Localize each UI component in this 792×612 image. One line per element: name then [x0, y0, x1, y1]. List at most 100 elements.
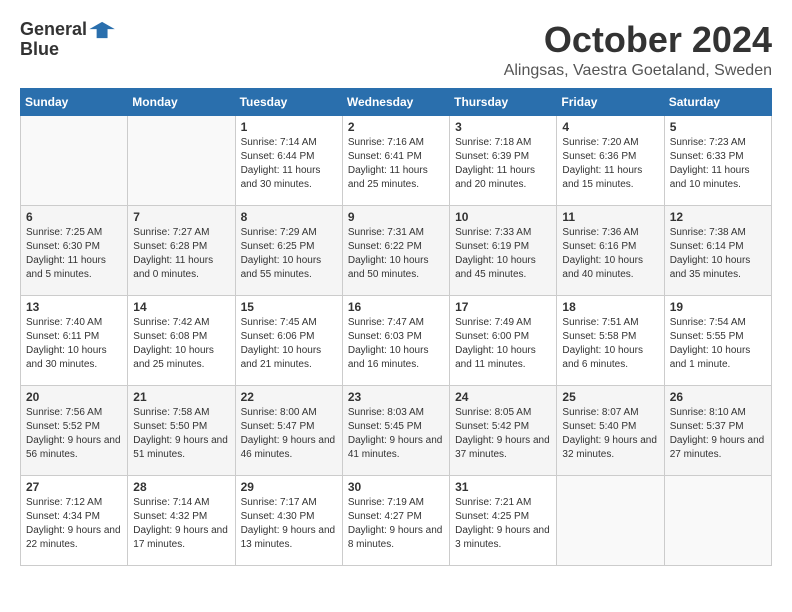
day-number: 27 [26, 480, 122, 494]
calendar-cell: 24 Sunrise: 8:05 AMSunset: 5:42 PMDaylig… [450, 385, 557, 475]
header-wednesday: Wednesday [342, 88, 449, 115]
day-number: 16 [348, 300, 444, 314]
day-detail: Sunrise: 7:33 AMSunset: 6:19 PMDaylight:… [455, 227, 536, 280]
day-detail: Sunrise: 7:27 AMSunset: 6:28 PMDaylight:… [133, 227, 213, 280]
calendar-week-5: 27 Sunrise: 7:12 AMSunset: 4:34 PMDaylig… [21, 475, 772, 565]
calendar-cell: 12 Sunrise: 7:38 AMSunset: 6:14 PMDaylig… [664, 205, 771, 295]
day-detail: Sunrise: 7:25 AMSunset: 6:30 PMDaylight:… [26, 227, 106, 280]
day-detail: Sunrise: 8:00 AMSunset: 5:47 PMDaylight:… [241, 407, 336, 460]
calendar-cell: 7 Sunrise: 7:27 AMSunset: 6:28 PMDayligh… [128, 205, 235, 295]
calendar-cell: 23 Sunrise: 8:03 AMSunset: 5:45 PMDaylig… [342, 385, 449, 475]
day-number: 25 [562, 390, 658, 404]
location-title: Alingsas, Vaestra Goetaland, Sweden [504, 62, 772, 80]
day-number: 7 [133, 210, 229, 224]
calendar-cell: 5 Sunrise: 7:23 AMSunset: 6:33 PMDayligh… [664, 115, 771, 205]
calendar-week-3: 13 Sunrise: 7:40 AMSunset: 6:11 PMDaylig… [21, 295, 772, 385]
day-number: 18 [562, 300, 658, 314]
calendar-cell [664, 475, 771, 565]
calendar-cell: 27 Sunrise: 7:12 AMSunset: 4:34 PMDaylig… [21, 475, 128, 565]
calendar-body: 1 Sunrise: 7:14 AMSunset: 6:44 PMDayligh… [21, 115, 772, 565]
calendar-week-2: 6 Sunrise: 7:25 AMSunset: 6:30 PMDayligh… [21, 205, 772, 295]
day-detail: Sunrise: 7:31 AMSunset: 6:22 PMDaylight:… [348, 227, 429, 280]
day-detail: Sunrise: 7:21 AMSunset: 4:25 PMDaylight:… [455, 497, 550, 550]
calendar-cell: 26 Sunrise: 8:10 AMSunset: 5:37 PMDaylig… [664, 385, 771, 475]
day-detail: Sunrise: 7:18 AMSunset: 6:39 PMDaylight:… [455, 137, 535, 190]
day-number: 21 [133, 390, 229, 404]
calendar-cell: 6 Sunrise: 7:25 AMSunset: 6:30 PMDayligh… [21, 205, 128, 295]
day-detail: Sunrise: 7:20 AMSunset: 6:36 PMDaylight:… [562, 137, 642, 190]
calendar-cell [557, 475, 664, 565]
month-title: October 2024 [504, 20, 772, 60]
calendar-cell: 18 Sunrise: 7:51 AMSunset: 5:58 PMDaylig… [557, 295, 664, 385]
day-number: 4 [562, 120, 658, 134]
day-number: 14 [133, 300, 229, 314]
day-number: 8 [241, 210, 337, 224]
calendar-cell: 17 Sunrise: 7:49 AMSunset: 6:00 PMDaylig… [450, 295, 557, 385]
calendar-cell: 21 Sunrise: 7:58 AMSunset: 5:50 PMDaylig… [128, 385, 235, 475]
day-detail: Sunrise: 7:29 AMSunset: 6:25 PMDaylight:… [241, 227, 322, 280]
day-number: 3 [455, 120, 551, 134]
header-sunday: Sunday [21, 88, 128, 115]
calendar-week-1: 1 Sunrise: 7:14 AMSunset: 6:44 PMDayligh… [21, 115, 772, 205]
day-number: 17 [455, 300, 551, 314]
day-detail: Sunrise: 7:23 AMSunset: 6:33 PMDaylight:… [670, 137, 750, 190]
calendar-cell: 3 Sunrise: 7:18 AMSunset: 6:39 PMDayligh… [450, 115, 557, 205]
calendar-cell: 11 Sunrise: 7:36 AMSunset: 6:16 PMDaylig… [557, 205, 664, 295]
day-detail: Sunrise: 8:05 AMSunset: 5:42 PMDaylight:… [455, 407, 550, 460]
day-number: 5 [670, 120, 766, 134]
calendar-cell: 9 Sunrise: 7:31 AMSunset: 6:22 PMDayligh… [342, 205, 449, 295]
header-thursday: Thursday [450, 88, 557, 115]
day-number: 11 [562, 210, 658, 224]
day-detail: Sunrise: 7:40 AMSunset: 6:11 PMDaylight:… [26, 317, 107, 370]
day-detail: Sunrise: 7:12 AMSunset: 4:34 PMDaylight:… [26, 497, 121, 550]
day-detail: Sunrise: 7:49 AMSunset: 6:00 PMDaylight:… [455, 317, 536, 370]
day-number: 19 [670, 300, 766, 314]
header-row: Sunday Monday Tuesday Wednesday Thursday… [21, 88, 772, 115]
calendar-cell: 30 Sunrise: 7:19 AMSunset: 4:27 PMDaylig… [342, 475, 449, 565]
calendar-cell [21, 115, 128, 205]
calendar-cell: 2 Sunrise: 7:16 AMSunset: 6:41 PMDayligh… [342, 115, 449, 205]
day-detail: Sunrise: 7:42 AMSunset: 6:08 PMDaylight:… [133, 317, 214, 370]
day-number: 29 [241, 480, 337, 494]
calendar-cell: 31 Sunrise: 7:21 AMSunset: 4:25 PMDaylig… [450, 475, 557, 565]
title-area: October 2024 Alingsas, Vaestra Goetaland… [504, 20, 772, 80]
day-detail: Sunrise: 7:16 AMSunset: 6:41 PMDaylight:… [348, 137, 428, 190]
day-detail: Sunrise: 7:51 AMSunset: 5:58 PMDaylight:… [562, 317, 643, 370]
day-detail: Sunrise: 7:54 AMSunset: 5:55 PMDaylight:… [670, 317, 751, 370]
day-detail: Sunrise: 7:14 AMSunset: 4:32 PMDaylight:… [133, 497, 228, 550]
logo-general: General [20, 20, 87, 40]
calendar-cell: 28 Sunrise: 7:14 AMSunset: 4:32 PMDaylig… [128, 475, 235, 565]
calendar-cell: 14 Sunrise: 7:42 AMSunset: 6:08 PMDaylig… [128, 295, 235, 385]
calendar-cell [128, 115, 235, 205]
day-detail: Sunrise: 7:58 AMSunset: 5:50 PMDaylight:… [133, 407, 228, 460]
calendar-header: Sunday Monday Tuesday Wednesday Thursday… [21, 88, 772, 115]
day-detail: Sunrise: 7:45 AMSunset: 6:06 PMDaylight:… [241, 317, 322, 370]
header-tuesday: Tuesday [235, 88, 342, 115]
page-header: General Blue October 2024 Alingsas, Vaes… [20, 20, 772, 80]
calendar-cell: 29 Sunrise: 7:17 AMSunset: 4:30 PMDaylig… [235, 475, 342, 565]
day-number: 13 [26, 300, 122, 314]
day-number: 30 [348, 480, 444, 494]
day-number: 26 [670, 390, 766, 404]
day-detail: Sunrise: 8:07 AMSunset: 5:40 PMDaylight:… [562, 407, 657, 460]
day-detail: Sunrise: 7:17 AMSunset: 4:30 PMDaylight:… [241, 497, 336, 550]
day-number: 31 [455, 480, 551, 494]
header-monday: Monday [128, 88, 235, 115]
day-detail: Sunrise: 8:03 AMSunset: 5:45 PMDaylight:… [348, 407, 443, 460]
day-number: 23 [348, 390, 444, 404]
logo-area: General Blue [20, 20, 117, 60]
calendar-cell: 1 Sunrise: 7:14 AMSunset: 6:44 PMDayligh… [235, 115, 342, 205]
calendar-cell: 4 Sunrise: 7:20 AMSunset: 6:36 PMDayligh… [557, 115, 664, 205]
day-detail: Sunrise: 7:19 AMSunset: 4:27 PMDaylight:… [348, 497, 443, 550]
day-number: 24 [455, 390, 551, 404]
day-number: 28 [133, 480, 229, 494]
day-number: 1 [241, 120, 337, 134]
calendar-cell: 16 Sunrise: 7:47 AMSunset: 6:03 PMDaylig… [342, 295, 449, 385]
day-detail: Sunrise: 7:38 AMSunset: 6:14 PMDaylight:… [670, 227, 751, 280]
day-number: 6 [26, 210, 122, 224]
day-detail: Sunrise: 7:36 AMSunset: 6:16 PMDaylight:… [562, 227, 643, 280]
day-number: 9 [348, 210, 444, 224]
header-friday: Friday [557, 88, 664, 115]
day-detail: Sunrise: 7:47 AMSunset: 6:03 PMDaylight:… [348, 317, 429, 370]
calendar-cell: 13 Sunrise: 7:40 AMSunset: 6:11 PMDaylig… [21, 295, 128, 385]
